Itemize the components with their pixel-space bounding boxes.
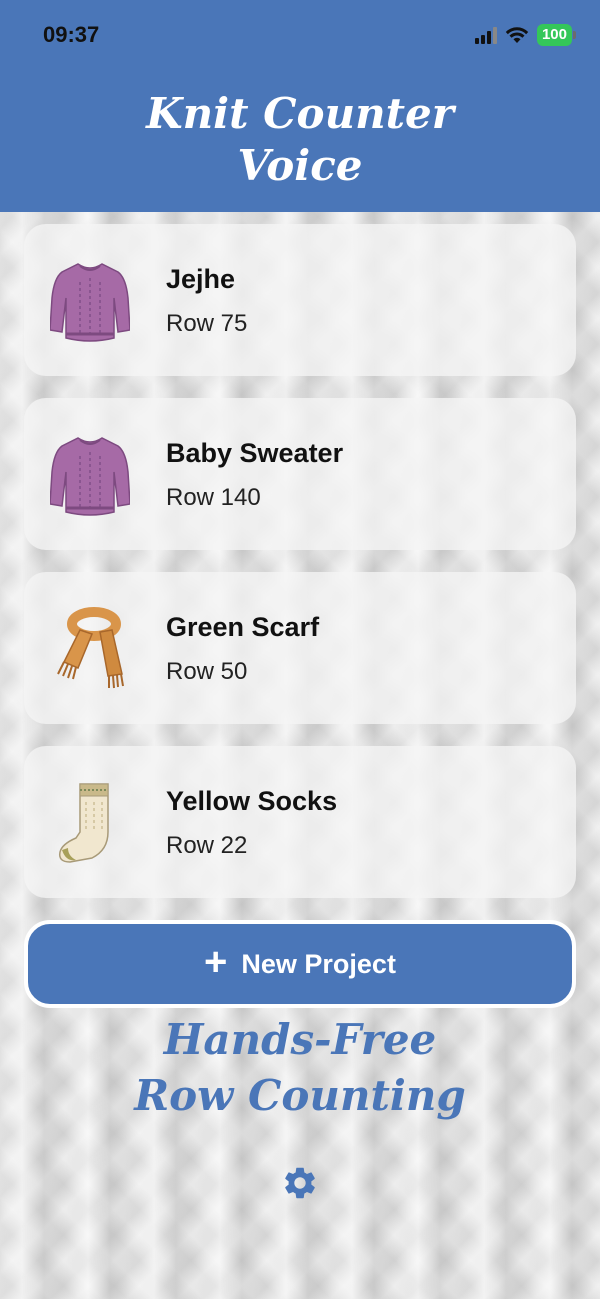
project-row-count: Row 22 <box>166 832 248 859</box>
new-project-button[interactable]: + New Project <box>24 920 576 1008</box>
battery-indicator: 100 <box>536 24 577 46</box>
tagline-line1: Hands-Free <box>163 1015 437 1064</box>
project-row-count: Row 50 <box>166 658 248 685</box>
tagline: Hands-Free Row Counting <box>0 1012 600 1124</box>
status-icons: 100 <box>474 24 577 46</box>
app-title-line2: Voice <box>237 141 363 190</box>
sweater-icon <box>50 437 130 516</box>
project-card[interactable]: Baby Sweater Row 140 <box>24 398 576 550</box>
wifi-icon <box>505 27 529 43</box>
project-card[interactable]: Yellow Socks Row 22 <box>24 746 576 898</box>
project-name: Baby Sweater <box>166 438 344 468</box>
cellular-signal-icon <box>474 26 497 44</box>
project-row-count: Row 140 <box>166 484 261 511</box>
sock-icon <box>58 783 109 863</box>
project-row-count: Row 75 <box>166 310 248 337</box>
status-time: 09:37 <box>43 22 100 47</box>
sweater-icon <box>50 263 130 342</box>
project-name: Jejhe <box>166 264 236 294</box>
app-title: Knit Counter Voice <box>0 88 600 192</box>
project-card[interactable]: Jejhe Row 75 <box>24 224 576 376</box>
scarf-icon <box>57 607 124 689</box>
project-name: Green Scarf <box>166 612 320 642</box>
app-title-line1: Knit Counter <box>146 89 454 138</box>
project-card[interactable]: Green Scarf Row 50 <box>24 572 576 724</box>
plus-icon: + <box>204 940 228 984</box>
project-name: Yellow Socks <box>166 786 338 816</box>
app-header: 09:37 100 Knit Counter Voice <box>0 0 600 212</box>
tagline-line2: Row Counting <box>134 1071 466 1120</box>
gear-icon[interactable] <box>281 1164 319 1202</box>
new-project-label: New Project <box>241 948 396 979</box>
